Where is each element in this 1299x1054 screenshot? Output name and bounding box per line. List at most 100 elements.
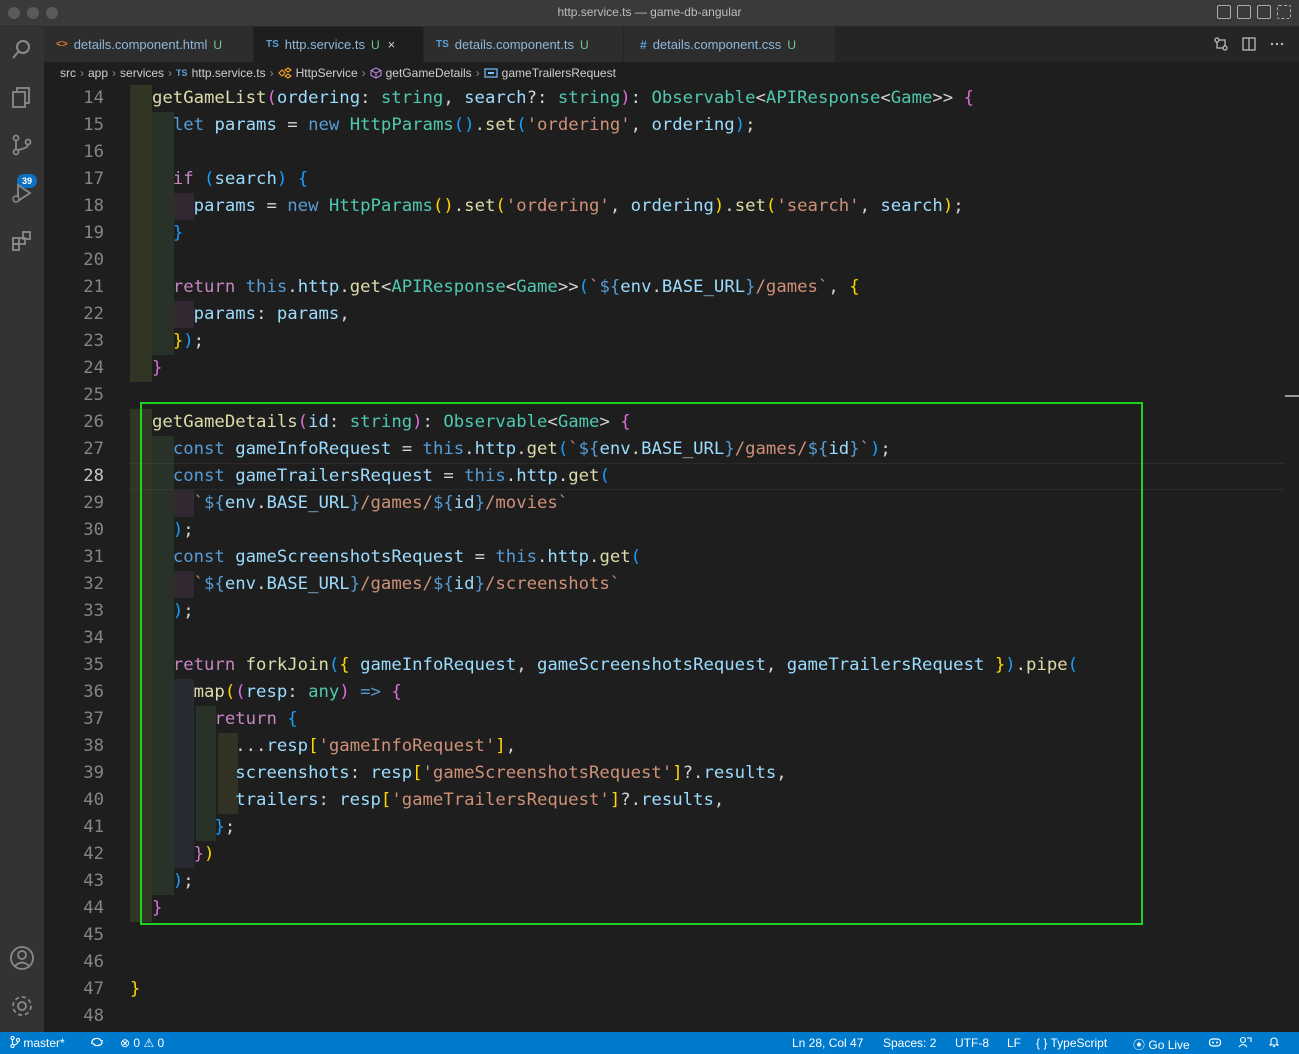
line-number: 17 xyxy=(83,169,104,189)
method-icon xyxy=(370,67,382,79)
source-control-icon[interactable] xyxy=(8,131,36,159)
customize-layout-icon[interactable] xyxy=(1277,5,1291,19)
code-line: } xyxy=(152,358,163,378)
code-line: return this.http.get<APIResponse<Game>>(… xyxy=(172,277,860,297)
tab-label: http.service.ts xyxy=(284,37,365,52)
encoding-status[interactable]: UTF-8 xyxy=(955,1036,989,1050)
breadcrumb-item[interactable]: gameTrailersRequest xyxy=(502,66,616,80)
tab-http-service-ts[interactable]: TS http.service.ts U × xyxy=(254,27,424,62)
activity-bar: 39 xyxy=(0,27,44,1032)
chevron-right-icon: › xyxy=(269,66,274,80)
code-line: const gameInfoRequest = this.http.get(`$… xyxy=(172,439,891,459)
code-line: trailers: resp['gameTrailersRequest']?.r… xyxy=(235,790,725,810)
error-icon: ⊗ xyxy=(120,1036,131,1050)
cursor-position[interactable]: Ln 28, Col 47 xyxy=(792,1036,863,1050)
code-line: map((resp: any) => { xyxy=(193,682,402,702)
line-number: 22 xyxy=(83,304,104,324)
line-number: 43 xyxy=(83,871,104,891)
line-number: 36 xyxy=(83,682,104,702)
problems-status[interactable]: ⊗ 0 ⚠ 0 xyxy=(120,1036,164,1050)
line-number: 28 xyxy=(83,466,104,486)
tab-label: details.component.html xyxy=(73,37,208,52)
html-file-icon: <> xyxy=(56,39,68,50)
line-number: 33 xyxy=(83,601,104,621)
typescript-file-icon: TS xyxy=(436,39,449,50)
code-line: const gameScreenshotsRequest = this.http… xyxy=(172,547,642,567)
chevron-right-icon: › xyxy=(475,66,480,80)
toggle-panel-icon[interactable] xyxy=(1237,5,1251,19)
tab-label: details.component.css xyxy=(652,37,782,52)
line-number: 18 xyxy=(83,196,104,216)
language-label: TypeScript xyxy=(1050,1036,1108,1050)
code-line: let params = new HttpParams().set('order… xyxy=(172,115,756,135)
run-debug-icon[interactable] xyxy=(8,179,36,207)
braces-icon: { } xyxy=(1036,1036,1048,1050)
warning-icon: ⚠ xyxy=(143,1036,155,1050)
status-bar: master* ⊗ 0 ⚠ 0 Ln 28, Col 47 Spaces: 2 … xyxy=(0,1032,1299,1054)
title-bar: http.service.ts — game-db-angular xyxy=(0,0,1299,27)
close-tab-icon[interactable]: × xyxy=(388,37,396,52)
tab-details-component-css[interactable]: # details.component.css U xyxy=(624,27,836,62)
more-actions-icon[interactable] xyxy=(1269,36,1285,52)
overview-ruler[interactable] xyxy=(1285,85,1299,1032)
breadcrumb: src › app › services › TS http.service.ts › H… xyxy=(44,62,1299,84)
code-line: params = new HttpParams().set('ordering'… xyxy=(193,196,964,216)
tab-details-component-ts[interactable]: TS details.component.ts U xyxy=(424,27,624,62)
typescript-file-icon: TS xyxy=(176,68,188,78)
notifications-bell-icon[interactable] xyxy=(1268,1036,1280,1051)
code-editor[interactable]: 14 getGameList(ordering: string, search?:… xyxy=(44,85,1285,1032)
go-live-label: Go Live xyxy=(1148,1038,1190,1052)
breadcrumb-item[interactable]: app xyxy=(88,66,108,80)
line-number: 25 xyxy=(83,385,104,405)
css-file-icon: # xyxy=(640,37,647,52)
extensions-icon[interactable] xyxy=(8,227,36,255)
toggle-primary-sidebar-icon[interactable] xyxy=(1217,5,1231,19)
typescript-file-icon: TS xyxy=(266,39,279,50)
split-editor-icon[interactable] xyxy=(1241,36,1257,52)
code-line: ); xyxy=(172,601,194,621)
breadcrumb-item[interactable]: HttpService xyxy=(296,66,358,80)
code-line: }; xyxy=(214,817,236,837)
explorer-icon[interactable] xyxy=(8,83,36,111)
code-line: ); xyxy=(172,520,194,540)
untracked-status: U xyxy=(213,37,223,52)
indentation-status[interactable]: Spaces: 2 xyxy=(883,1036,936,1050)
line-number: 46 xyxy=(83,952,104,972)
copilot-icon[interactable] xyxy=(1208,1036,1222,1051)
settings-gear-icon[interactable] xyxy=(8,992,36,1020)
line-number: 29 xyxy=(83,493,104,513)
line-number: 15 xyxy=(83,115,104,135)
eol-status[interactable]: LF xyxy=(1007,1036,1021,1050)
line-number: 42 xyxy=(83,844,104,864)
tab-details-component-html[interactable]: <> details.component.html U xyxy=(44,27,254,62)
breadcrumb-item[interactable]: src xyxy=(60,66,76,80)
line-number: 30 xyxy=(83,520,104,540)
code-line: screenshots: resp['gameScreenshotsReques… xyxy=(235,763,787,783)
line-number: 21 xyxy=(83,277,104,297)
sync-icon[interactable] xyxy=(90,1036,104,1051)
branch-status[interactable]: master* xyxy=(10,1035,65,1050)
class-icon xyxy=(277,67,292,79)
breadcrumb-item[interactable]: services xyxy=(120,66,164,80)
line-number: 34 xyxy=(83,628,104,648)
feedback-icon[interactable] xyxy=(1238,1036,1252,1051)
open-changes-icon[interactable] xyxy=(1213,36,1229,52)
accounts-icon[interactable] xyxy=(8,944,36,972)
breadcrumb-item[interactable]: getGameDetails xyxy=(386,66,472,80)
line-number: 35 xyxy=(83,655,104,675)
code-line: getGameList(ordering: string, search?: s… xyxy=(152,88,975,108)
language-mode[interactable]: { } TypeScript xyxy=(1036,1036,1107,1050)
breadcrumb-item[interactable]: http.service.ts xyxy=(192,66,266,80)
search-icon[interactable] xyxy=(8,35,36,63)
editor-tab-bar: <> details.component.html U TS http.serv… xyxy=(44,27,1299,62)
line-number: 19 xyxy=(83,223,104,243)
line-number: 20 xyxy=(83,250,104,270)
line-number: 31 xyxy=(83,547,104,567)
go-live-button[interactable]: ⦿ Go Live xyxy=(1133,1036,1190,1053)
code-line: ...resp['gameInfoRequest'], xyxy=(235,736,517,756)
code-line: `${env.BASE_URL}/games/${id}/screenshots… xyxy=(193,574,621,594)
code-line: const gameTrailersRequest = this.http.ge… xyxy=(172,466,610,486)
code-line: ); xyxy=(172,871,194,891)
toggle-secondary-sidebar-icon[interactable] xyxy=(1257,5,1271,19)
chevron-right-icon: › xyxy=(112,66,117,80)
